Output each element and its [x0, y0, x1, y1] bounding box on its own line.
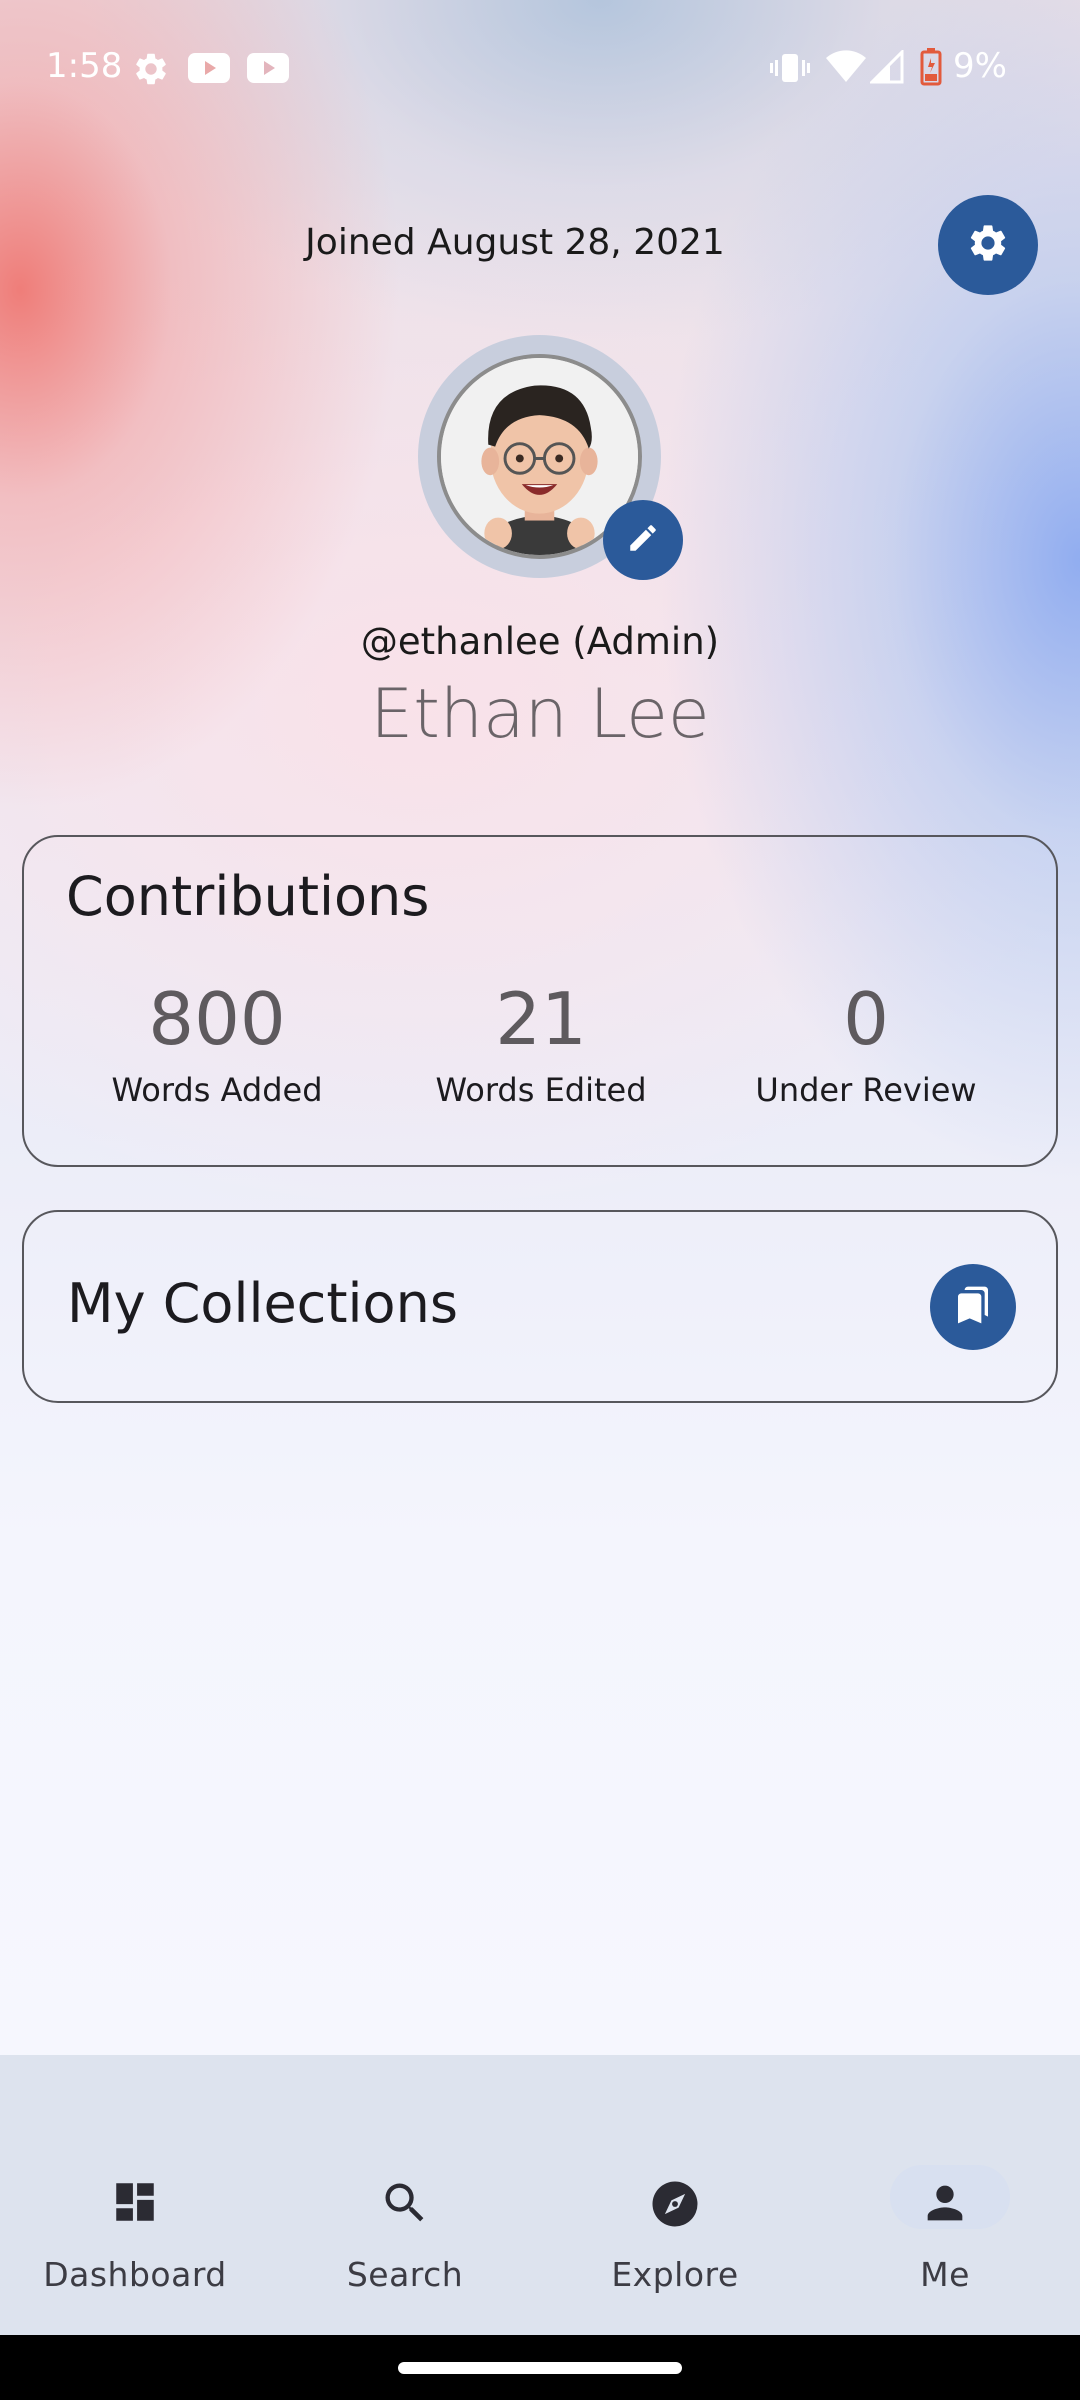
nav-label: Search [346, 2255, 464, 2294]
nav-label: Explore [611, 2255, 739, 2294]
gesture-bar [0, 2335, 1080, 2400]
person-icon [919, 2177, 971, 2233]
youtube-icon [247, 53, 289, 87]
settings-gear-icon [132, 50, 170, 92]
stat-label: Words Edited [435, 1071, 647, 1109]
username: @ethanlee (Admin) [360, 620, 720, 663]
stat-label: Under Review [755, 1071, 977, 1109]
full-name: Ethan Lee [370, 675, 710, 754]
search-icon [379, 2177, 431, 2233]
nav-item-search[interactable]: Search [270, 2055, 540, 2335]
stat-label: Words Added [111, 1071, 323, 1109]
collections-button[interactable] [930, 1264, 1016, 1350]
bookmarks-icon [953, 1285, 993, 1329]
nav-label: Me [920, 2255, 970, 2294]
nav-label: Dashboard [43, 2255, 227, 2294]
compass-icon [648, 2177, 702, 2235]
stat-words-added: 800 Words Added [57, 975, 377, 1109]
stat-under-review: 0 Under Review [706, 975, 1026, 1109]
bottom-navigation: Dashboard Search Explore Me [0, 2055, 1080, 2335]
youtube-icon [188, 53, 230, 87]
contributions-card: Contributions 800 Words Added 21 Words E… [22, 835, 1058, 1167]
status-time: 1:58 [46, 46, 123, 86]
pencil-icon [626, 521, 660, 559]
vibrate-icon [770, 50, 810, 90]
dashboard-icon [110, 2177, 160, 2231]
edit-avatar-button[interactable] [603, 500, 683, 580]
my-collections-card[interactable]: My Collections [22, 1210, 1058, 1403]
status-bar: 1:58 9% [0, 0, 1080, 130]
gear-icon [966, 221, 1010, 269]
stat-words-edited: 21 Words Edited [381, 975, 701, 1109]
stat-value: 0 [843, 977, 889, 1061]
battery-percent: 9% [953, 46, 1007, 86]
collections-title: My Collections [67, 1272, 458, 1335]
settings-button[interactable] [938, 195, 1038, 295]
stat-value: 21 [495, 977, 587, 1061]
nav-item-explore[interactable]: Explore [540, 2055, 810, 2335]
home-handle[interactable] [398, 2362, 682, 2374]
contributions-title: Contributions [66, 865, 430, 928]
wifi-icon [826, 50, 866, 88]
signal-icon [868, 48, 904, 88]
nav-item-dashboard[interactable]: Dashboard [0, 2055, 270, 2335]
battery-low-icon [920, 48, 942, 90]
joined-date: Joined August 28, 2021 [305, 222, 725, 263]
stat-value: 800 [148, 977, 286, 1061]
nav-item-me[interactable]: Me [810, 2055, 1080, 2335]
